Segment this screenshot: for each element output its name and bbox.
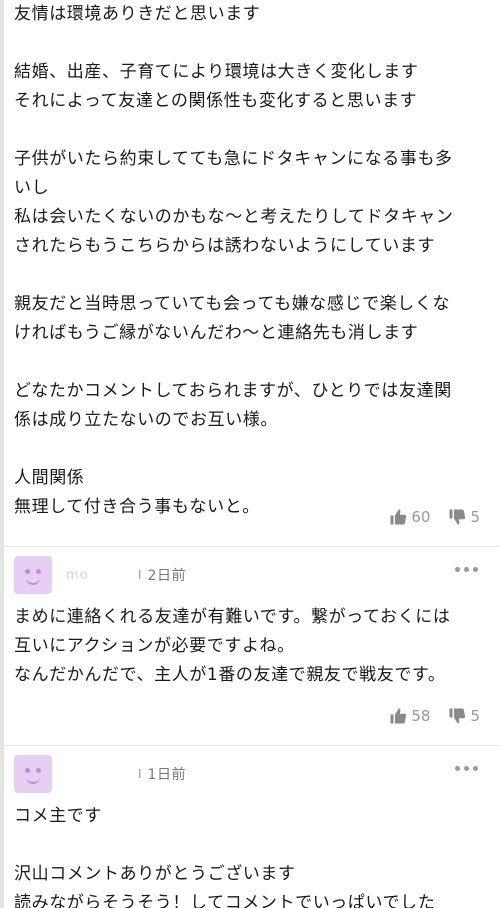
avatar[interactable]	[14, 755, 52, 793]
comment-paragraph: まめに連絡くれる友達が有難いです。繋がっておくには 互いにアクションが必要ですよね…	[14, 603, 482, 690]
comment-body: まめに連絡くれる友達が有難いです。繋がっておくには 互いにアクションが必要ですよね…	[14, 603, 482, 690]
comment-text-line: 友情は環境ありきだと思います	[14, 4, 261, 24]
avatar-eye	[36, 569, 41, 574]
comment-text-line: 親友だと当時思っていても会っても嫌な感じで楽しくな	[14, 294, 451, 314]
comment-text-line: コメ主です	[14, 806, 102, 826]
comment-text-line: 読みながらそうそう！してコメントでいっぱいでした	[14, 893, 436, 908]
more-options-button[interactable]	[455, 567, 478, 572]
dislike-button[interactable]: 5	[448, 707, 480, 725]
comment-paragraph: どなたかコメントしておられますが、ひとりでは友達関 係は成り立たないのでお互い様。	[14, 377, 482, 435]
like-count: 60	[411, 508, 431, 526]
meta-separator: I	[138, 568, 142, 582]
avatar-eye	[25, 569, 30, 574]
comment-text-line: 係は成り立たないのでお互い様。	[14, 410, 278, 430]
thumbs-up-icon	[390, 509, 407, 525]
username[interactable]: mo	[66, 568, 132, 583]
avatar-mouth	[26, 775, 40, 784]
comment-item: 友情は環境ありきだと思います結婚、出産、子育てにより環境は大きく変化します それに…	[0, 0, 500, 546]
thumbs-down-icon	[449, 708, 466, 724]
comment-feed: 友情は環境ありきだと思います結婚、出産、子育てにより環境は大きく変化します それに…	[0, 0, 500, 908]
comment-text-line: 結婚、出産、子育てにより環境は大きく変化します	[14, 62, 419, 82]
comment-item: I 1日前 コメ主です沢山コメントありがとうございます読みながらそうそう！してコ…	[0, 746, 500, 908]
comment-meta: I 1日前	[14, 746, 482, 802]
more-horizontal-icon	[455, 567, 460, 572]
comment-text-line: 人間関係	[14, 468, 85, 488]
comment-text-line: いし	[14, 178, 50, 198]
comment-text-line: されたらもうこちらからは誘わないようにしています	[14, 236, 436, 256]
comment-paragraph: 友情は環境ありきだと思います	[14, 0, 482, 29]
like-button[interactable]: 58	[389, 707, 430, 725]
comment-text-line: 私は会いたくないのかもな〜と考えたりしてドタキャン	[14, 207, 454, 227]
comment-paragraph: 結婚、出産、子育てにより環境は大きく変化します それによって友達との関係性も変化す…	[14, 58, 482, 116]
comment-meta: mo I 2日前	[14, 547, 482, 603]
comment-text-line: どなたかコメントしておられますが、ひとりでは友達関	[14, 381, 452, 401]
comment-actions: 58 5	[389, 707, 480, 725]
comment-time: 1日前	[147, 767, 186, 783]
comment-paragraph: 沢山コメントありがとうございます読みながらそうそう！してコメントでいっぱいでした	[14, 860, 482, 908]
more-horizontal-icon	[455, 766, 460, 771]
avatar-mouth	[26, 576, 40, 585]
avatar-eye	[36, 768, 41, 773]
comment-text-line: 子供がいたら約束してても急にドタキャンになる事も多	[14, 149, 453, 169]
comment-paragraph: 親友だと当時思っていても会っても嫌な感じで楽しくな ければもうご縁がないんだわ〜と…	[14, 290, 482, 348]
comment-time: 2日前	[147, 568, 186, 584]
meta-separator: I	[138, 767, 142, 781]
avatar[interactable]	[14, 556, 52, 594]
comment-body: コメ主です沢山コメントありがとうございます読みながらそうそう！してコメントでいっ…	[14, 802, 482, 908]
avatar-eye	[25, 768, 30, 773]
thumbs-up-icon	[390, 708, 407, 724]
comment-text-line: 互いにアクションが必要ですよね。	[14, 636, 295, 656]
dislike-button[interactable]: 5	[448, 508, 480, 526]
more-options-button[interactable]	[455, 766, 478, 771]
comment-text-line: ければもうご縁がないんだわ〜と連絡先も消します	[14, 323, 419, 343]
like-button[interactable]: 60	[389, 508, 430, 526]
dislike-count: 5	[470, 508, 480, 526]
comment-body: 友情は環境ありきだと思います結婚、出産、子育てにより環境は大きく変化します それに…	[14, 0, 482, 522]
comment-actions: 60 5	[389, 508, 480, 526]
comment-paragraph: コメ主です	[14, 802, 482, 831]
comment-text-line: それによって友達との関係性も変化すると思います	[14, 91, 418, 111]
comment-paragraph: 子供がいたら約束してても急にドタキャンになる事も多 いし私は会いたくないのかもな〜…	[14, 145, 482, 261]
comment-text-line: なんだかんだで、主人が1番の友達で親友で戦友です。	[14, 665, 446, 685]
comment-text-line: まめに連絡くれる友達が有難いです。繋がっておくには	[14, 607, 451, 627]
comment-item: mo I 2日前 まめに連絡くれる友達が有難いです。繋がっておくには 互いにアクシ…	[0, 547, 500, 745]
thumbs-down-icon	[449, 509, 466, 525]
dislike-count: 5	[470, 707, 480, 725]
like-count: 58	[411, 707, 431, 725]
comment-text-line: 沢山コメントありがとうございます	[14, 864, 296, 884]
